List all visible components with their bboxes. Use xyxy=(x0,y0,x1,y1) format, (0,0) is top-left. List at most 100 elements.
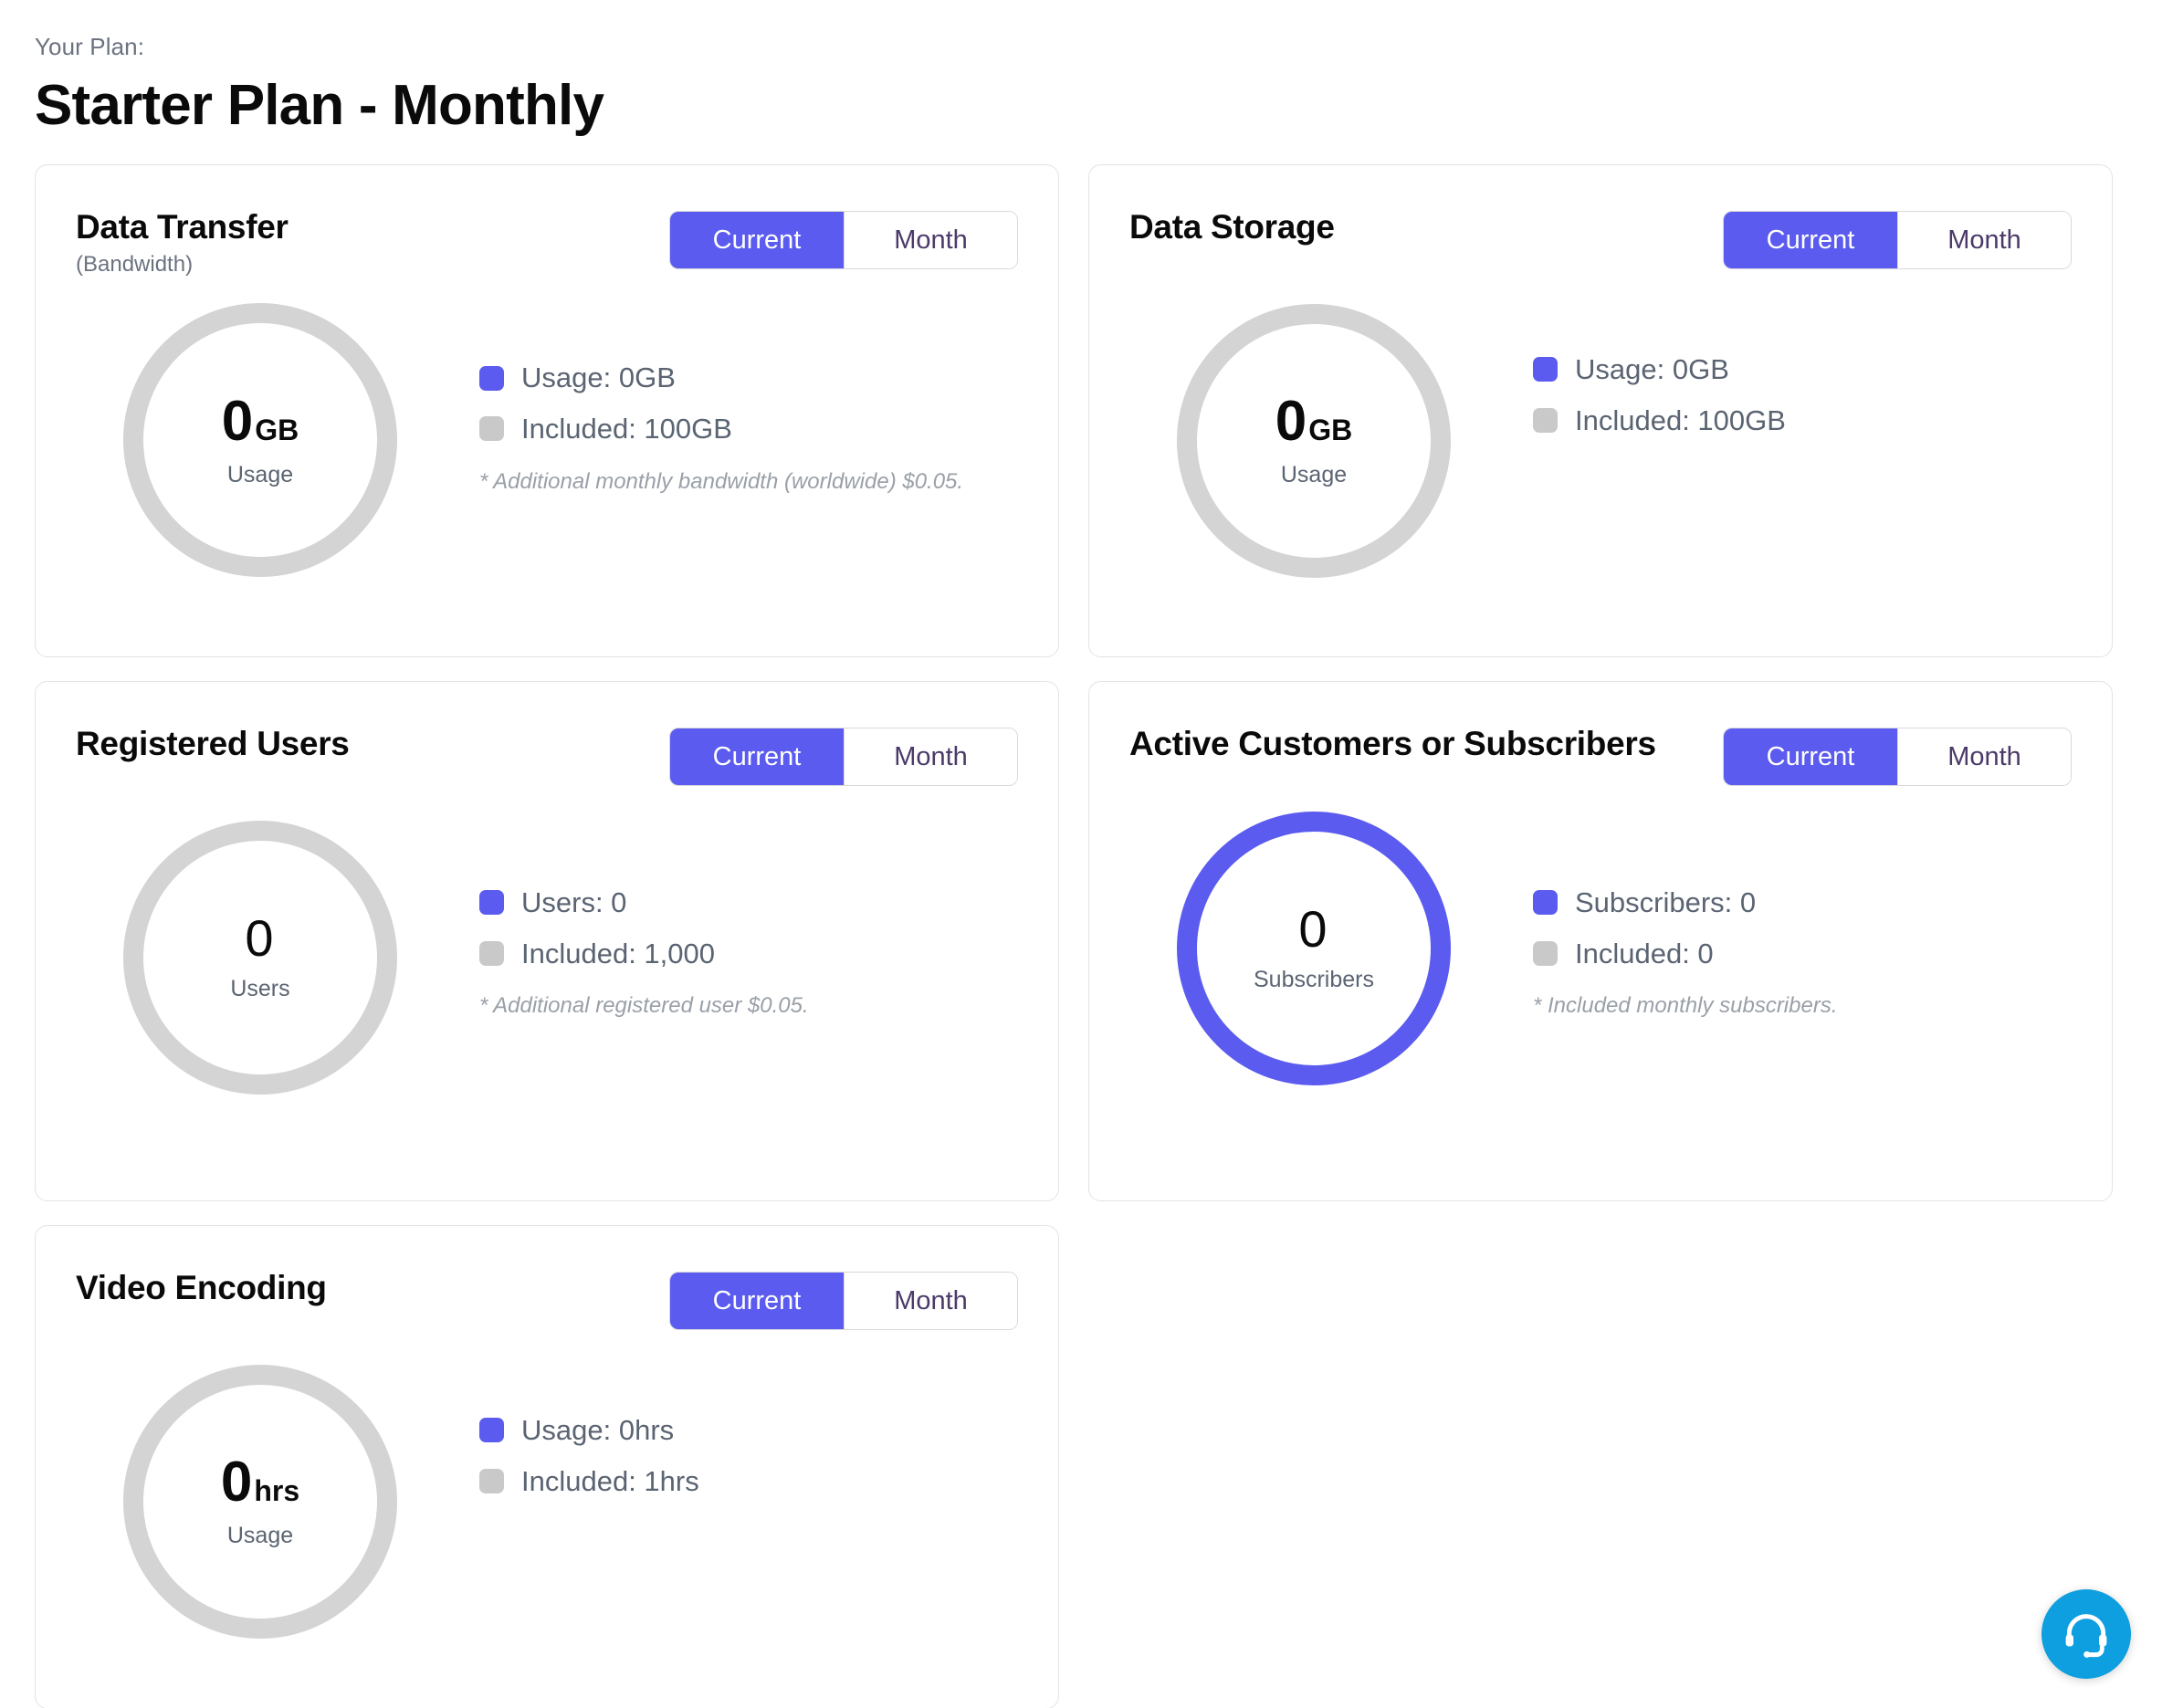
card-body: 0 hrs Usage Usage: 0hrs Included: 1hrs xyxy=(36,1356,1058,1639)
usage-donut-chart: 0 GB Usage xyxy=(123,303,397,578)
toggle-current[interactable]: Current xyxy=(670,1273,844,1329)
toggle-current[interactable]: Current xyxy=(670,728,844,785)
donut-value: 0 xyxy=(245,909,274,968)
legend-item: Subscribers: 0 xyxy=(1533,886,1838,919)
legend-swatch-subscribers-icon xyxy=(1533,890,1558,916)
donut-value: 0 xyxy=(1275,390,1307,454)
donut-value: 0 xyxy=(221,389,254,453)
card-active-subscribers: Active Customers or Subscribers Current … xyxy=(1088,681,2113,1201)
legend: Subscribers: 0 Included: 0 * Included mo… xyxy=(1533,812,1838,1020)
range-toggle[interactable]: Current Month xyxy=(669,728,1018,786)
legend-swatch-included-icon xyxy=(479,416,504,442)
card-title-group: Registered Users xyxy=(76,724,350,764)
legend-label: Included: 0 xyxy=(1575,937,1714,969)
legend-item: Included: 1hrs xyxy=(479,1465,699,1498)
donut-label: Usage xyxy=(226,1523,294,1549)
legend-label: Included: 100GB xyxy=(1575,403,1786,436)
usage-donut-chart: 0 Users xyxy=(123,821,397,1095)
card-note: * Additional monthly bandwidth (worldwid… xyxy=(479,468,964,494)
card-title: Active Customers or Subscribers xyxy=(1129,725,1656,762)
toggle-month[interactable]: Month xyxy=(844,1273,1017,1329)
legend-label: Subscribers: 0 xyxy=(1575,886,1757,918)
page-title: Starter Plan - Monthly xyxy=(35,74,604,138)
legend-swatch-included-icon xyxy=(1533,407,1558,433)
usage-donut-chart: 0 Subscribers xyxy=(1177,812,1451,1085)
donut-label: Usage xyxy=(1280,462,1348,488)
toggle-month[interactable]: Month xyxy=(844,728,1017,785)
page-header: Your Plan: Starter Plan - Monthly xyxy=(35,33,1313,137)
card-header: Registered Users Current Month xyxy=(36,682,1058,786)
donut-center-label: 0 Users xyxy=(123,821,397,1095)
range-toggle[interactable]: Current Month xyxy=(1723,211,2072,269)
card-note: * Included monthly subscribers. xyxy=(1533,993,1838,1019)
toggle-current[interactable]: Current xyxy=(670,212,844,268)
legend-item: Usage: 0GB xyxy=(1533,353,1786,386)
donut-value: 0 xyxy=(220,1451,253,1514)
card-title: Registered Users xyxy=(76,725,350,762)
donut-center-label: 0 Subscribers xyxy=(1177,812,1451,1085)
card-data-transfer: Data Transfer (Bandwidth) Current Month … xyxy=(35,164,1059,657)
card-title-group: Active Customers or Subscribers xyxy=(1129,724,1656,764)
usage-donut-chart: 0 hrs Usage xyxy=(123,1365,397,1639)
legend: Usage: 0GB Included: 100GB * Additional … xyxy=(479,303,963,495)
card-data-storage: Data Storage Current Month 0 GB Usage Us… xyxy=(1088,164,2113,657)
toggle-month[interactable]: Month xyxy=(1897,728,2071,785)
legend-label: Users: 0 xyxy=(521,886,627,918)
card-body: 0 Subscribers Subscribers: 0 Included: 0 xyxy=(1089,812,2112,1085)
legend-item: Included: 100GB xyxy=(1533,404,1786,437)
donut-unit: GB xyxy=(1308,414,1353,447)
legend-label: Included: 1hrs xyxy=(521,1464,699,1497)
range-toggle[interactable]: Current Month xyxy=(1723,728,2072,786)
legend-label: Usage: 0GB xyxy=(521,362,676,394)
toggle-month[interactable]: Month xyxy=(1897,212,2071,268)
legend: Users: 0 Included: 1,000 * Additional re… xyxy=(479,812,809,1020)
donut-value: 0 xyxy=(1298,900,1328,959)
legend-swatch-usage-icon xyxy=(1533,357,1558,382)
legend-swatch-included-icon xyxy=(479,940,504,966)
toggle-current[interactable]: Current xyxy=(1724,728,1897,785)
toggle-current[interactable]: Current xyxy=(1724,212,1897,268)
donut-value-group: 0 xyxy=(1298,904,1328,955)
legend-label: Usage: 0GB xyxy=(1575,353,1729,385)
legend-label: Included: 1,000 xyxy=(521,937,716,969)
card-video-encoding: Video Encoding Current Month 0 hrs Usage xyxy=(35,1225,1059,1708)
donut-center-label: 0 hrs Usage xyxy=(123,1365,397,1639)
card-registered-users: Registered Users Current Month 0 Users U… xyxy=(35,681,1059,1201)
donut-unit: GB xyxy=(255,413,299,446)
legend-item: Users: 0 xyxy=(479,886,809,919)
legend-item: Usage: 0hrs xyxy=(479,1414,699,1447)
donut-label: Usage xyxy=(226,461,294,487)
card-body: 0 Users Users: 0 Included: 1,000 * Addit… xyxy=(36,812,1058,1095)
card-note: * Additional registered user $0.05. xyxy=(479,993,809,1019)
card-title: Video Encoding xyxy=(76,1269,327,1306)
card-title-group: Data Transfer (Bandwidth) xyxy=(76,207,289,278)
support-chat-button[interactable] xyxy=(2041,1589,2131,1679)
legend-item: Included: 1,000 xyxy=(479,938,809,970)
legend-swatch-included-icon xyxy=(1533,940,1558,966)
legend-item: Included: 0 xyxy=(1533,938,1838,970)
usage-donut-chart: 0 GB Usage xyxy=(1177,304,1451,578)
range-toggle[interactable]: Current Month xyxy=(669,211,1018,269)
donut-value-group: 0 hrs xyxy=(221,1454,299,1511)
donut-value-group: 0 GB xyxy=(1275,393,1352,450)
donut-value-group: 0 xyxy=(245,913,275,964)
legend-swatch-included-icon xyxy=(479,1468,504,1493)
toggle-month[interactable]: Month xyxy=(844,212,1017,268)
card-title-group: Video Encoding xyxy=(76,1268,327,1308)
card-title-group: Data Storage xyxy=(1129,207,1335,247)
card-title: Data Transfer xyxy=(76,208,289,246)
legend-label: Included: 100GB xyxy=(521,413,732,445)
range-toggle[interactable]: Current Month xyxy=(669,1272,1018,1330)
headset-icon xyxy=(2061,1608,2112,1660)
usage-cards-grid: Data Transfer (Bandwidth) Current Month … xyxy=(35,164,2113,1708)
card-body: 0 GB Usage Usage: 0GB Included: 100GB xyxy=(36,303,1058,578)
legend: Usage: 0GB Included: 100GB xyxy=(1533,295,1786,455)
card-header: Video Encoding Current Month xyxy=(36,1226,1058,1330)
legend-item: Usage: 0GB xyxy=(479,362,963,394)
donut-value-group: 0 GB xyxy=(222,393,299,450)
legend-swatch-usage-icon xyxy=(479,1418,504,1443)
donut-label: Users xyxy=(230,976,290,1002)
legend-label: Usage: 0hrs xyxy=(521,1414,675,1446)
card-header: Data Storage Current Month xyxy=(1089,165,2112,269)
donut-label: Subscribers xyxy=(1254,967,1374,993)
